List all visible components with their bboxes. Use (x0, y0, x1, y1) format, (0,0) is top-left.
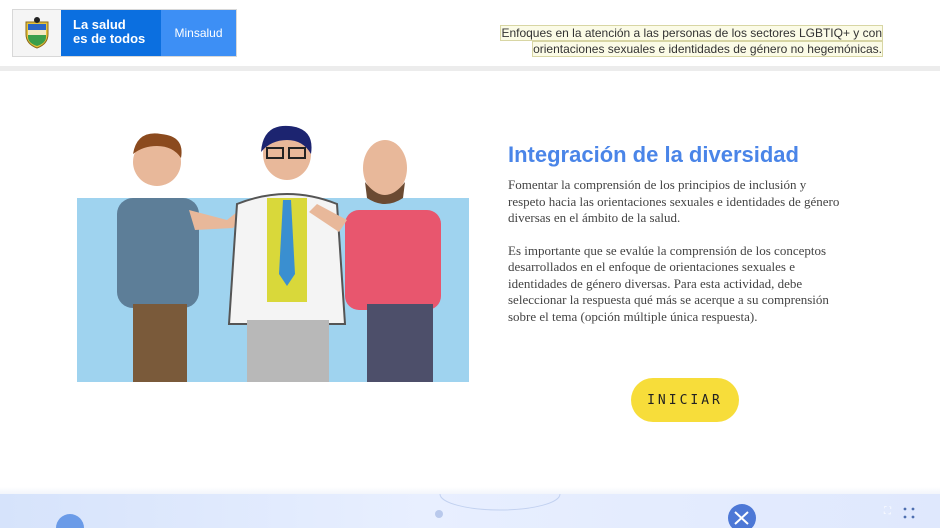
course-title: Enfoques en la atención a las personas d… (462, 25, 883, 57)
dots-grid-icon[interactable] (902, 506, 918, 522)
logo-line-1: La salud (73, 17, 126, 32)
section-title: Integración de la diversidad (508, 142, 799, 167)
course-title-line-1: Enfoques en la atención a las personas d… (500, 25, 883, 41)
course-title-line-2: orientaciones sexuales e identidades de … (532, 41, 883, 57)
diversity-illustration (77, 125, 469, 382)
footer-decoration (56, 494, 756, 528)
logo-line-2: es de todos (73, 31, 146, 46)
footer-fade (0, 487, 940, 494)
logo-slogan: La salud es de todos (61, 10, 161, 56)
objective-paragraph: Fomentar la comprensión de los principio… (508, 177, 840, 225)
header-divider (0, 66, 940, 71)
minsalud-logo[interactable]: La salud es de todos Minsalud (12, 9, 237, 57)
instructions-paragraph: Es importante que se evalúe la comprensi… (508, 242, 829, 324)
coat-of-arms-icon (13, 10, 61, 56)
top-header: La salud es de todos Minsalud Enfoques e… (0, 0, 940, 66)
fullscreen-icon[interactable]: ⛶ (884, 506, 896, 518)
start-button[interactable]: INICIAR (631, 378, 739, 422)
section-description: Fomentar la comprensión de los principio… (508, 177, 843, 341)
footer-band: ⛶ (0, 494, 940, 528)
logo-ministry: Minsalud (161, 10, 236, 56)
